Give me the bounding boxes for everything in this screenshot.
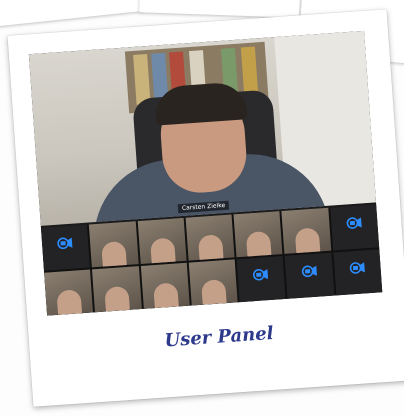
participant-tile[interactable]	[92, 266, 142, 313]
participant-face	[101, 240, 128, 268]
participant-tile[interactable]	[281, 207, 331, 254]
participant-tile[interactable]	[89, 221, 139, 268]
participant-tile[interactable]	[284, 252, 335, 299]
participant-face	[149, 237, 176, 264]
shelf-item	[240, 46, 259, 98]
participant-face	[201, 279, 228, 306]
participant-tile[interactable]	[44, 269, 94, 316]
background-paper	[139, 0, 301, 18]
participant-face	[197, 234, 224, 261]
participant-tile[interactable]	[140, 262, 190, 309]
zoom-video-off-icon	[57, 237, 73, 250]
participant-face	[56, 289, 83, 316]
participant-tile[interactable]	[188, 259, 238, 306]
polaroid-frame: Carsten Zielke User Panel	[7, 9, 404, 407]
participant-tile[interactable]	[333, 249, 383, 296]
zoom-video-off-icon	[349, 262, 365, 274]
participant-tile[interactable]	[40, 224, 91, 271]
participant-face	[246, 230, 273, 258]
zoom-video-off-icon	[253, 269, 269, 281]
participant-tile[interactable]	[329, 204, 380, 251]
participant-tile[interactable]	[236, 256, 286, 303]
participant-tile[interactable]	[185, 214, 235, 261]
participant-face	[152, 282, 179, 309]
zoom-video-off-icon	[346, 217, 362, 230]
participant-face	[104, 285, 131, 313]
active-speaker-view[interactable]: Carsten Zielke	[28, 30, 377, 226]
participant-tile[interactable]	[233, 211, 283, 258]
video-call-screen: Carsten Zielke	[28, 30, 383, 316]
participant-tile[interactable]	[137, 217, 187, 264]
photo-caption: User Panel	[163, 322, 275, 352]
background-paper	[0, 0, 143, 29]
participant-face	[294, 227, 321, 254]
zoom-video-off-icon	[301, 265, 317, 278]
